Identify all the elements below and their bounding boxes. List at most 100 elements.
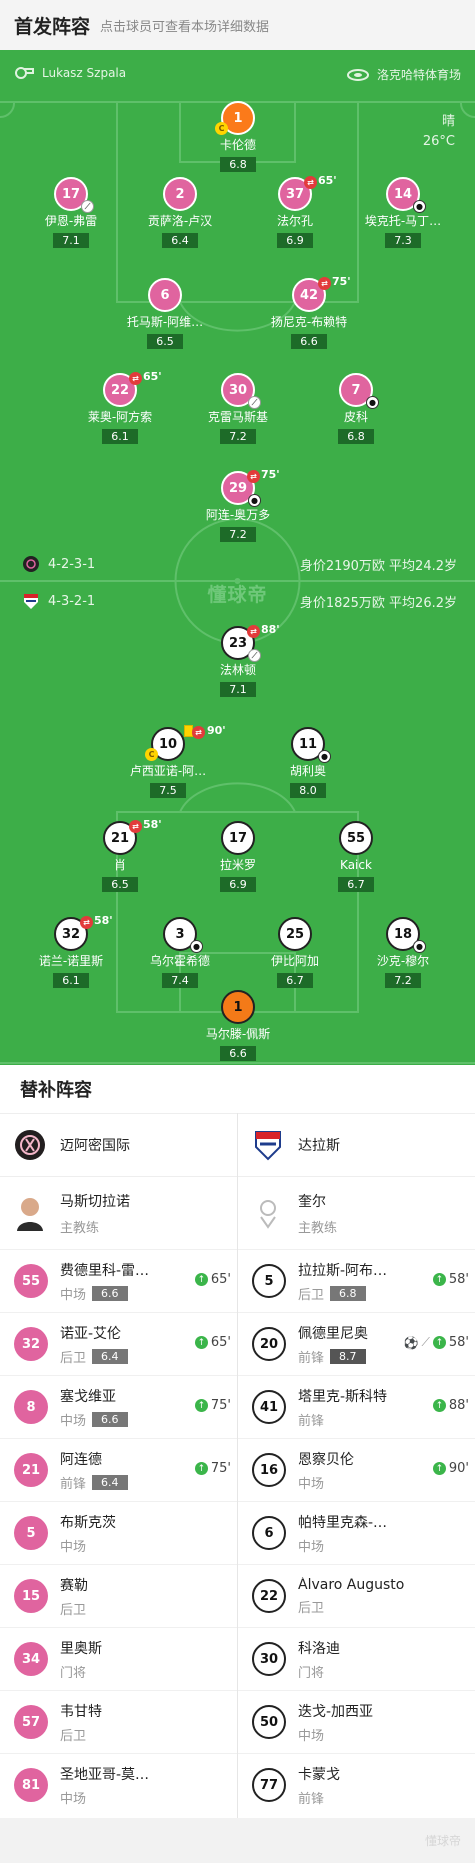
goal-ball-icon: ● <box>366 396 379 409</box>
player-rating: 6.4 <box>92 1348 128 1364</box>
player-number: 42 ⇄ 75' <box>292 275 351 312</box>
player-card[interactable]: 2 贡萨洛-卢汉 6.4 <box>120 177 240 248</box>
sub-off-icon: ⇄ <box>247 470 260 483</box>
sub-player-row[interactable]: 16 恩察贝伦 中场 ↑ 90' <box>238 1438 475 1501</box>
sub-player-row[interactable]: 20 佩德里尼奥 前锋 8.7 ⚽ ⟋ ↑ 58' <box>238 1312 475 1375</box>
player-number: 14 ● <box>386 177 426 213</box>
player-name: 诺兰-诺里斯 <box>38 954 104 968</box>
player-card[interactable]: 18 ● 沙克-穆尔 7.2 <box>343 917 463 988</box>
player-name: 马尔滕-佩斯 <box>205 1027 271 1041</box>
player-rating: 6.7 <box>277 973 313 988</box>
sub-player-row[interactable]: 77 卡蒙戈 前锋 <box>238 1753 475 1816</box>
player-name: 肖 <box>113 858 126 872</box>
player-card[interactable]: 23 ⇄ ⟋ 88' 法林顿 7.1 <box>178 623 298 697</box>
home-team-name: 迈阿密国际 <box>60 1138 130 1154</box>
sub-player-row[interactable]: 6 帕特里克森-… 中场 <box>238 1501 475 1564</box>
player-card[interactable]: 21 ⇄ 58' 肖 6.5 <box>60 818 180 892</box>
away-coach[interactable]: 奎尔 主教练 <box>238 1176 475 1249</box>
home-subs-column: 迈阿密国际 马斯切拉诺 主教练 55 费德里科-雷… 中场 6.6 ↑ 65' 32 … <box>0 1113 237 1816</box>
player-number: 6 <box>252 1516 286 1550</box>
player-rating: 8.7 <box>330 1348 366 1364</box>
venue-name: 洛克哈特体育场 <box>376 68 461 82</box>
player-rating: 6.1 <box>53 973 89 988</box>
sub-player-row[interactable]: 8 塞戈维亚 中场 6.6 ↑ 75' <box>0 1375 237 1438</box>
player-card[interactable]: 6 托马斯-阿维… 6.5 <box>105 278 225 349</box>
player-card[interactable]: 11 ● 胡利奥 8.0 <box>248 727 368 798</box>
player-card[interactable]: 10 C ⇄ 90' 卢西亚诺-阿… 7.5 <box>108 724 228 798</box>
sub-minute: 75' <box>261 468 280 481</box>
header: 首发阵容 点击球员可查看本场详细数据 <box>0 0 475 50</box>
player-name: 阿连德 <box>60 1451 102 1468</box>
player-card[interactable]: 55 Kaick 6.7 <box>296 821 416 892</box>
sub-minute: 65' <box>210 1335 231 1350</box>
fc-dallas-logo-icon <box>255 1131 281 1161</box>
player-number: 30 <box>252 1642 286 1676</box>
sub-player-row[interactable]: 21 阿连德 前锋 6.4 ↑ 75' <box>0 1438 237 1501</box>
player-position: 中场 <box>60 1413 87 1429</box>
player-number: 22 <box>252 1579 286 1613</box>
weather: 晴 26°C <box>423 112 455 152</box>
player-name: 皮科 <box>343 410 368 424</box>
player-card[interactable]: 32 ⇄ 58' 诺兰-诺里斯 6.1 <box>11 914 131 988</box>
player-number: 17 ⟋ <box>54 177 94 213</box>
coach-avatar <box>17 1198 43 1231</box>
player-position: 中场 <box>60 1791 87 1807</box>
player-card[interactable]: 1 马尔滕-佩斯 6.6 <box>178 990 298 1061</box>
player-card[interactable]: 25 伊比阿加 6.7 <box>235 917 355 988</box>
player-rating: 6.4 <box>162 233 198 248</box>
player-card[interactable]: 14 ● 埃克托-马丁… 7.3 <box>343 177 463 248</box>
inter-miami-logo-icon <box>23 556 39 572</box>
goal-ball-icon: ● <box>190 940 203 953</box>
player-card[interactable]: 29 ⇄ ● 75' 阿连-奥万多 7.2 <box>178 468 298 542</box>
sub-player-row[interactable]: 15 赛勒 后卫 <box>0 1564 237 1627</box>
sub-player-row[interactable]: 55 费德里科-雷… 中场 6.6 ↑ 65' <box>0 1249 237 1312</box>
sub-minute: 75' <box>210 1461 231 1476</box>
match-info-row: Lukasz Szpala 洛克哈特体育场 <box>14 66 461 86</box>
player-rating: 7.2 <box>220 527 256 542</box>
sub-player-row[interactable]: 57 韦甘特 后卫 <box>0 1690 237 1753</box>
player-name: 贡萨洛-卢汉 <box>147 214 213 228</box>
player-card[interactable]: 1C 卡伦德 6.8 <box>178 101 298 172</box>
player-card[interactable]: 22 ⇄ 65' 莱奥-阿方索 6.1 <box>60 370 180 444</box>
sub-minute: 75' <box>332 275 351 288</box>
sub-player-row[interactable]: 32 诺亚-艾伦 后卫 6.4 ↑ 65' <box>0 1312 237 1375</box>
stadium-icon <box>346 68 369 81</box>
sub-player-row[interactable]: 81 圣地亚哥-莫… 中场 <box>0 1753 237 1816</box>
player-rating: 6.5 <box>147 334 183 349</box>
player-rating: 6.6 <box>92 1411 128 1427</box>
player-card[interactable]: 3 ● 乌尔霍希德 7.4 <box>120 917 240 988</box>
player-number: 6 <box>148 278 182 312</box>
player-rating: 6.8 <box>330 1285 366 1301</box>
sub-player-row[interactable]: 5 拉拉斯-阿布… 后卫 6.8 ↑ 58' <box>238 1249 475 1312</box>
sub-player-row[interactable]: 41 塔里克-斯科特 前锋 ↑ 88' <box>238 1375 475 1438</box>
sub-player-row[interactable]: 34 里奥斯 门将 <box>0 1627 237 1690</box>
sub-in-icon: ↑ <box>432 1273 446 1286</box>
assist-icon: ⟋ <box>248 396 261 409</box>
player-number: 55 <box>14 1264 48 1298</box>
away-subs-column: 达拉斯 奎尔 主教练 5 拉拉斯-阿布… 后卫 6.8 ↑ 58' 20 佩德里尼奥 … <box>238 1113 475 1816</box>
player-number: 50 <box>252 1705 286 1739</box>
coach-role: 主教练 <box>298 1220 338 1236</box>
player-card[interactable]: 17 ⟋ 伊恩-弗雷 7.1 <box>11 177 131 248</box>
player-name: 科洛迪 <box>298 1640 340 1657</box>
player-card[interactable]: 7 ● 皮科 6.8 <box>296 373 416 444</box>
away-team-header[interactable]: 达拉斯 <box>238 1113 475 1176</box>
sub-minute: 58' <box>94 914 113 927</box>
sub-player-row[interactable]: 22 Álvaro Augusto 后卫 <box>238 1564 475 1627</box>
sub-player-row[interactable]: 50 迭戈-加西亚 中场 <box>238 1690 475 1753</box>
sub-in-icon: ↑ <box>432 1462 446 1475</box>
sub-off-icon: ⇄ <box>318 277 331 290</box>
sub-player-row[interactable]: 30 科洛迪 门将 <box>238 1627 475 1690</box>
home-team-header[interactable]: 迈阿密国际 <box>0 1113 237 1176</box>
player-card[interactable]: 37 ⇄ 65' 法尔孔 6.9 <box>235 174 355 248</box>
player-name: Álvaro Augusto <box>298 1576 405 1593</box>
player-card[interactable]: 17 拉米罗 6.9 <box>178 821 298 892</box>
home-coach[interactable]: 马斯切拉诺 主教练 <box>0 1176 237 1249</box>
player-position: 前锋 <box>298 1413 325 1429</box>
away-formation: 4-3-2-1 <box>48 593 96 609</box>
player-card[interactable]: 30 ⟋ 克雷马斯基 7.2 <box>178 373 298 444</box>
sub-player-row[interactable]: 5 布斯克茨 中场 <box>0 1501 237 1564</box>
player-card[interactable]: 42 ⇄ 75' 扬尼克-布赖特 6.6 <box>249 275 369 349</box>
player-number: 37 ⇄ 65' <box>278 174 337 211</box>
player-name: 卢西亚诺-阿… <box>129 764 207 778</box>
